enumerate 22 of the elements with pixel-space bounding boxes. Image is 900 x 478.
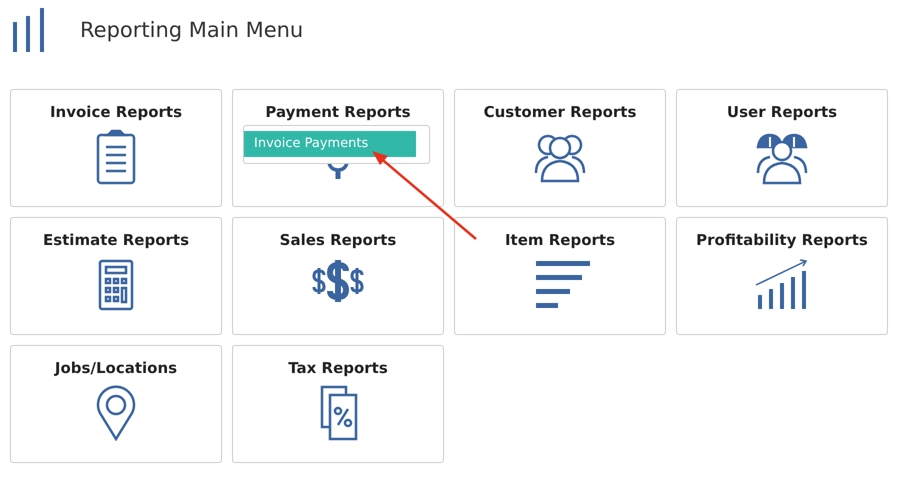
report-card[interactable]: User Reports [676, 89, 888, 207]
card-title: Jobs/Locations [54, 359, 178, 377]
report-card[interactable]: Customer Reports [454, 89, 666, 207]
bar-chart-icon [13, 8, 45, 52]
card-title: Item Reports [504, 231, 616, 249]
card-title: Estimate Reports [42, 231, 190, 249]
card-title: Customer Reports [484, 103, 636, 121]
report-card[interactable]: Payment Reports Invoice Payments [232, 89, 444, 207]
report-card[interactable]: Tax Reports [232, 345, 444, 463]
report-card[interactable]: Estimate Reports [10, 217, 222, 335]
report-card[interactable]: Jobs/Locations [10, 345, 222, 463]
page-title: Reporting Main Menu [80, 18, 304, 42]
report-card[interactable]: Item Reports [454, 217, 666, 335]
report-card[interactable]: Sales Reports [232, 217, 444, 335]
card-title: Payment Reports [265, 103, 411, 121]
card-title: Tax Reports [288, 359, 388, 377]
report-card[interactable]: Invoice Reports [10, 89, 222, 207]
card-title: Profitability Reports [696, 231, 868, 249]
report-card[interactable]: Profitability Reports [676, 217, 888, 335]
card-title: Sales Reports [280, 231, 396, 249]
card-title: Invoice Reports [50, 103, 182, 121]
card-title: User Reports [726, 103, 838, 121]
